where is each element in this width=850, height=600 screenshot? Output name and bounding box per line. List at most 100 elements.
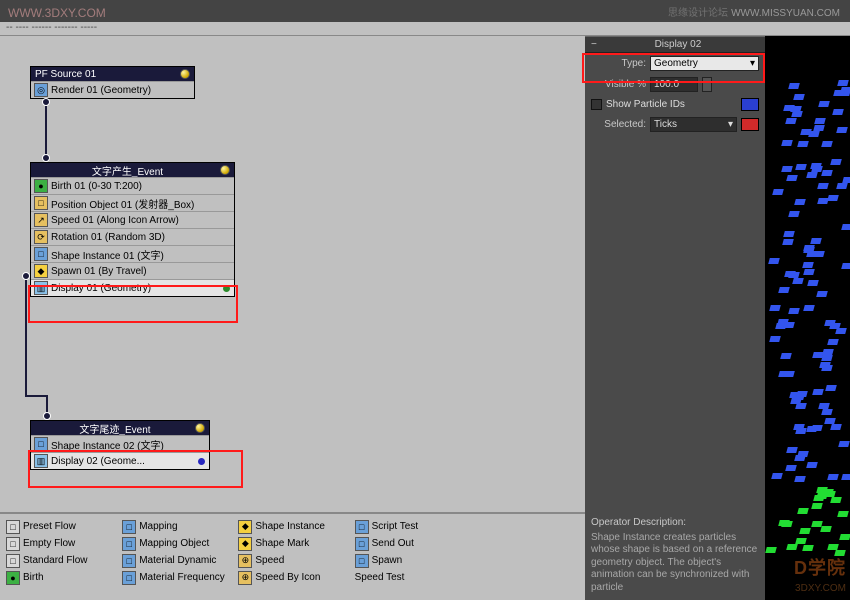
depot-item[interactable]: □Send Out <box>355 535 463 552</box>
lightbulb-icon[interactable] <box>220 165 230 175</box>
depot-item[interactable]: ◆Shape Mark <box>238 535 346 552</box>
particle <box>803 305 815 311</box>
particle <box>789 308 801 314</box>
operator-label: Spawn 01 (By Travel) <box>51 266 147 277</box>
rollout-header[interactable]: −Display 02 <box>585 36 765 53</box>
depot-icon: □ <box>355 554 369 568</box>
lightbulb-icon[interactable] <box>195 423 205 433</box>
type-dropdown[interactable]: Geometry▾ <box>650 56 759 71</box>
particle <box>786 118 798 124</box>
op-render[interactable]: ◎ Render 01 (Geometry) <box>31 81 194 98</box>
particle <box>824 418 836 424</box>
node-title: PF Source 01 <box>31 67 194 81</box>
operator-row[interactable]: □Shape Instance 02 (文字) <box>31 435 209 452</box>
operator-row[interactable]: ↗Speed 01 (Along Icon Arrow) <box>31 211 234 228</box>
operator-row[interactable]: ▥Display 02 (Geome... <box>31 452 209 469</box>
particle-view-canvas[interactable]: PF Source 01 ◎ Render 01 (Geometry) 文字产生… <box>0 36 585 512</box>
particle <box>821 409 833 415</box>
operator-label: Display 02 (Geome... <box>51 456 145 467</box>
depot-item <box>471 552 579 569</box>
depot-icon: □ <box>122 571 136 585</box>
particle <box>785 465 797 471</box>
depot-item[interactable]: Speed Test <box>355 569 463 586</box>
node-pf-source[interactable]: PF Source 01 ◎ Render 01 (Geometry) <box>30 66 195 99</box>
depot-item[interactable]: □Empty Flow <box>6 535 114 552</box>
particle <box>793 278 805 284</box>
depot-item[interactable]: ⊕Speed By Icon <box>238 569 346 586</box>
operator-depot[interactable]: □Preset Flow □Mapping ◆Shape Instance □Scri… <box>0 512 585 600</box>
depot-item[interactable]: □Preset Flow <box>6 518 114 535</box>
operator-row[interactable]: ⟳Rotation 01 (Random 3D) <box>31 228 234 245</box>
particle <box>822 349 834 355</box>
depot-item[interactable]: □Standard Flow <box>6 552 114 569</box>
depot-item[interactable]: ⊕Speed <box>238 552 346 569</box>
operator-row[interactable]: ◆Spawn 01 (By Travel) <box>31 262 234 279</box>
depot-item[interactable]: □Script Test <box>355 518 463 535</box>
operator-icon: □ <box>34 247 48 261</box>
depot-item[interactable]: □Material Dynamic <box>122 552 230 569</box>
depot-icon: □ <box>355 520 369 534</box>
in-connector[interactable] <box>42 154 50 162</box>
operator-row[interactable]: □Shape Instance 01 (文字) <box>31 245 234 262</box>
particle <box>818 403 830 409</box>
out-connector[interactable] <box>42 98 50 106</box>
particle <box>802 262 814 268</box>
particle <box>827 339 839 345</box>
particle <box>818 183 830 189</box>
particle <box>841 224 850 230</box>
particle <box>782 239 794 245</box>
param-show-ids: Show Particle IDs <box>585 95 765 114</box>
id-color-swatch[interactable] <box>741 98 759 111</box>
particle <box>813 251 825 257</box>
particle <box>840 534 850 540</box>
operator-label: Birth 01 (0-30 T:200) <box>51 181 142 192</box>
selected-dropdown[interactable]: Ticks▾ <box>650 117 737 132</box>
sel-color-swatch[interactable] <box>741 118 759 131</box>
spinner-buttons[interactable] <box>702 77 712 92</box>
status-dot <box>223 285 230 292</box>
depot-item[interactable]: ◆Shape Instance <box>238 518 346 535</box>
in-connector[interactable] <box>43 412 51 420</box>
particle <box>841 474 850 480</box>
node-event-1[interactable]: 文字产生_Event ●Birth 01 (0-30 T:200)□Positi… <box>30 162 235 297</box>
depot-item <box>471 569 579 586</box>
particle <box>827 195 839 201</box>
particle <box>811 425 823 431</box>
depot-item[interactable]: □Material Frequency <box>122 569 230 586</box>
operator-icon: □ <box>34 196 48 210</box>
watermark-viewport: D学院 <box>794 554 846 580</box>
show-ids-checkbox[interactable] <box>591 99 602 110</box>
viewport-3d[interactable]: D学院 3DXY.COM <box>765 36 850 600</box>
depot-icon: ● <box>6 571 20 585</box>
particle <box>770 336 782 342</box>
particle <box>795 164 807 170</box>
chevron-down-icon: ▾ <box>728 119 733 130</box>
out-connector[interactable] <box>22 272 30 280</box>
operator-row[interactable]: □Position Object 01 (发射器_Box) <box>31 194 234 211</box>
depot-item[interactable]: ●Birth <box>6 569 114 586</box>
node-event-2[interactable]: 文字尾迹_Event □Shape Instance 02 (文字)▥Displ… <box>30 420 210 470</box>
param-type: Type: Geometry▾ <box>585 53 765 74</box>
particle <box>787 447 799 453</box>
particle <box>830 497 842 503</box>
depot-item[interactable]: □Mapping <box>122 518 230 535</box>
operator-row[interactable]: ●Birth 01 (0-30 T:200) <box>31 177 234 194</box>
depot-item[interactable]: □Spawn <box>355 552 463 569</box>
operator-row[interactable]: ▥Display 01 (Geometry) <box>31 279 234 296</box>
visible-spinner[interactable]: 100.0 <box>650 77 698 92</box>
lightbulb-icon[interactable] <box>180 69 190 79</box>
node-title: 文字产生_Event <box>31 163 234 177</box>
particle <box>786 175 798 181</box>
depot-item <box>471 535 579 552</box>
particle <box>813 389 825 395</box>
watermark-top-left: WWW.3DXY.COM <box>8 6 106 20</box>
particle <box>788 211 800 217</box>
particle <box>830 159 842 165</box>
menubar[interactable]: -- ---- ------ ------- ----- <box>0 22 850 36</box>
wire <box>25 395 47 397</box>
operator-icon: ▥ <box>34 454 48 468</box>
depot-icon: □ <box>122 554 136 568</box>
depot-icon: □ <box>6 520 20 534</box>
depot-item[interactable]: □Mapping Object <box>122 535 230 552</box>
particle <box>806 172 818 178</box>
